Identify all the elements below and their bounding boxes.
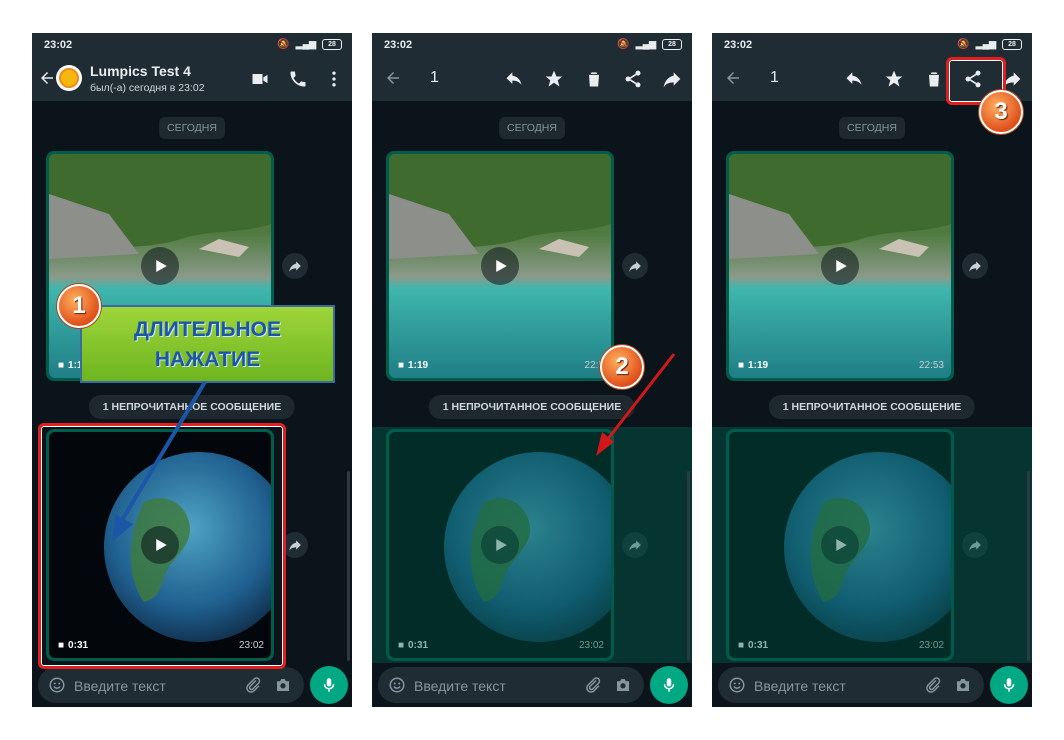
- input-placeholder: Введите текст: [414, 678, 506, 694]
- selected-count: 1: [770, 69, 779, 86]
- forward-icon: [289, 540, 301, 551]
- forward-button[interactable]: [962, 253, 988, 279]
- attach-icon[interactable]: [924, 676, 942, 694]
- video-message-1[interactable]: ■ 1:19 22:53: [726, 151, 954, 381]
- selection-highlight: [372, 427, 692, 663]
- date-label: СЕГОДНЯ: [499, 117, 565, 139]
- camera-icon[interactable]: [274, 676, 292, 694]
- forward-icon[interactable]: [662, 69, 682, 89]
- video-duration: ■ 1:19: [398, 360, 429, 371]
- play-icon: [496, 260, 507, 272]
- chat-app-bar: Lumpics Test 4 был(-а) сегодня в 23:02: [32, 57, 352, 101]
- scrollbar[interactable]: [347, 471, 350, 661]
- status-icons: 🔕 ▂▄▆ 28: [957, 39, 1022, 50]
- status-icons: 🔕 ▂▄▆ 28: [617, 39, 682, 50]
- message-input[interactable]: Введите текст: [718, 667, 984, 703]
- forward-button[interactable]: [282, 253, 308, 279]
- input-bar: Введите текст: [32, 663, 352, 707]
- reply-icon[interactable]: [844, 69, 864, 89]
- delete-icon[interactable]: [924, 69, 944, 89]
- attach-icon[interactable]: [244, 676, 262, 694]
- forward-button[interactable]: [622, 253, 648, 279]
- emoji-icon[interactable]: [388, 676, 406, 694]
- mic-button[interactable]: [310, 666, 348, 704]
- play-button[interactable]: [141, 247, 179, 285]
- delete-icon[interactable]: [584, 69, 604, 89]
- step-badge-3: 3: [979, 90, 1023, 134]
- reply-icon[interactable]: [504, 69, 524, 89]
- phone-screen-3: 23:02 🔕 ▂▄▆ 28 1 СЕГОДНЯ ■ 1:19 22:53 1 НЕП…: [712, 33, 1032, 707]
- play-button[interactable]: [481, 247, 519, 285]
- input-placeholder: Введите текст: [74, 678, 166, 694]
- battery-icon: 28: [1002, 39, 1022, 50]
- status-bar: 23:02 🔕 ▂▄▆ 28: [32, 33, 352, 57]
- emoji-icon[interactable]: [48, 676, 66, 694]
- video-call-icon[interactable]: [250, 69, 270, 89]
- more-vert-icon[interactable]: [324, 69, 344, 89]
- duration-text: 1:19: [408, 360, 429, 371]
- forward-icon: [969, 261, 981, 272]
- message-input[interactable]: Введите текст: [378, 667, 644, 703]
- camera-icon[interactable]: [614, 676, 632, 694]
- long-press-callout: ДЛИТЕЛЬНОЕ НАЖАТИЕ: [80, 305, 335, 383]
- mic-icon: [1003, 678, 1015, 692]
- status-bar: 23:02 🔕 ▂▄▆ 28: [712, 33, 1032, 57]
- selected-count: 1: [430, 69, 439, 86]
- selection-app-bar: 1: [372, 57, 692, 101]
- mic-button[interactable]: [990, 666, 1028, 704]
- forward-icon: [289, 261, 301, 272]
- callout-arrow-1: [112, 380, 207, 542]
- battery-icon: 28: [662, 39, 682, 50]
- scrollbar[interactable]: [687, 471, 690, 661]
- star-icon[interactable]: [544, 69, 564, 89]
- duration-text: 1:19: [748, 360, 769, 371]
- forward-icon: [629, 261, 641, 272]
- back-arrow-icon[interactable]: [724, 69, 742, 87]
- callout-arrow-2: [596, 353, 676, 456]
- back-arrow-icon[interactable]: [38, 69, 56, 87]
- callout-line-1: ДЛИТЕЛЬНОЕ: [134, 318, 281, 341]
- avatar[interactable]: [56, 65, 82, 91]
- date-label: СЕГОДНЯ: [159, 117, 225, 139]
- step-badge-1: 1: [57, 284, 101, 328]
- status-time: 23:02: [724, 39, 753, 51]
- phone-icon[interactable]: [288, 69, 308, 89]
- chat-area[interactable]: СЕГОДНЯ ■ 1:19 22:53 1 НЕПРОЧИТАННОЕ СООБ…: [712, 101, 1032, 663]
- status-time: 23:02: [44, 39, 73, 51]
- status-time: 23:02: [384, 39, 413, 51]
- contact-name[interactable]: Lumpics Test 4: [90, 63, 191, 79]
- last-seen: был(-а) сегодня в 23:02: [90, 82, 205, 94]
- emoji-icon[interactable]: [728, 676, 746, 694]
- back-arrow-icon[interactable]: [384, 69, 402, 87]
- play-icon: [156, 260, 167, 272]
- selection-highlight: [712, 427, 1032, 663]
- play-icon: [836, 260, 847, 272]
- video-duration: ■ 1:19: [738, 360, 769, 371]
- attach-icon[interactable]: [584, 676, 602, 694]
- share-icon[interactable]: [623, 69, 643, 89]
- input-bar: Введите текст: [712, 663, 1032, 707]
- message-input[interactable]: Введите текст: [38, 667, 304, 703]
- video-message-1[interactable]: ■ 1:19 22:5: [386, 151, 614, 381]
- play-button[interactable]: [821, 247, 859, 285]
- message-time: 22:53: [918, 360, 944, 371]
- date-label: СЕГОДНЯ: [839, 117, 905, 139]
- status-bar: 23:02 🔕 ▂▄▆ 28: [372, 33, 692, 57]
- input-placeholder: Введите текст: [754, 678, 846, 694]
- camera-icon[interactable]: [954, 676, 972, 694]
- unread-label: 1 НЕПРОЧИТАННОЕ СООБЩЕНИЕ: [768, 395, 976, 419]
- battery-icon: 28: [322, 39, 342, 50]
- star-icon[interactable]: [884, 69, 904, 89]
- input-bar: Введите текст: [372, 663, 692, 707]
- callout-line-2: НАЖАТИЕ: [154, 348, 261, 371]
- scrollbar[interactable]: [1027, 471, 1030, 661]
- status-icons: 🔕 ▂▄▆ 28: [277, 39, 342, 50]
- mic-icon: [663, 678, 675, 692]
- mic-icon: [323, 678, 335, 692]
- mic-button[interactable]: [650, 666, 688, 704]
